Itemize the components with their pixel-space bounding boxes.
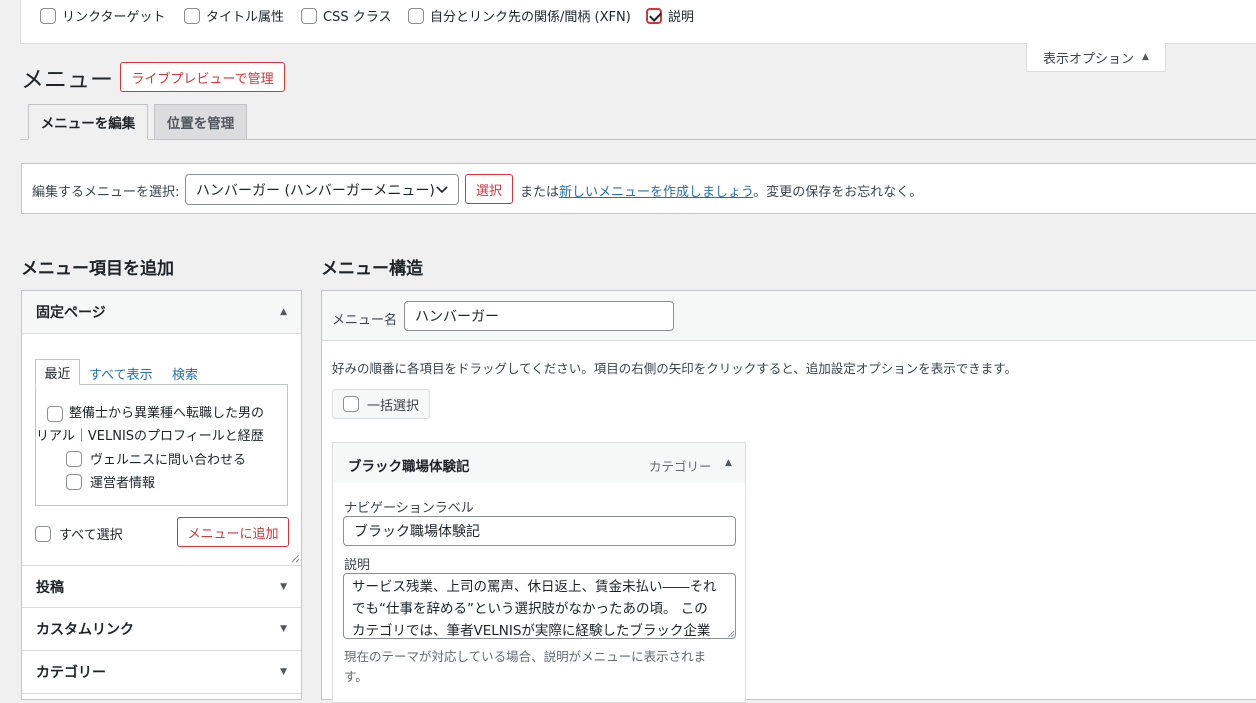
description-caption: 説明 (344, 558, 371, 573)
tab-edit-menus[interactable]: メニューを編集 (28, 104, 148, 140)
menu-name-input[interactable]: ハンバーガー (404, 301, 674, 331)
resize-handle-icon[interactable] (726, 629, 735, 638)
checkbox[interactable] (343, 396, 359, 412)
pages-panel-header[interactable]: 固定ページ ▲ (22, 291, 301, 334)
screen-option-css-classes[interactable]: CSS クラス (301, 6, 391, 25)
page-title: メニュー (21, 67, 113, 93)
add-items-accordion: 固定ページ ▲ 最近 すべて表示 検索 整備士から異業種へ転職した男の リアル｜… (21, 290, 302, 700)
screen-options-panel: リンクターゲット タイトル属性 CSS クラス 自分とリンク先の関係/間柄 (X… (20, 0, 1256, 44)
menu-item-type: カテゴリー (649, 459, 712, 474)
checkbox-checked[interactable] (646, 7, 662, 24)
create-menu-link[interactable]: 新しいメニューを作成しましょう (559, 185, 753, 200)
add-to-menu-button[interactable]: メニューに追加 (177, 517, 289, 547)
add-items-heading: メニュー項目を追加 (21, 259, 174, 279)
checkbox[interactable] (66, 473, 82, 490)
custom-links-panel-header[interactable]: カスタムリンク ▼ (22, 608, 301, 651)
live-preview-button[interactable]: ライブプレビューで管理 (120, 62, 285, 92)
resize-handle-icon[interactable] (290, 553, 300, 563)
checkbox[interactable] (66, 450, 82, 467)
tab-recent[interactable]: 最近 (35, 359, 80, 385)
nav-label-input[interactable]: ブラック職場体験記 (343, 516, 736, 546)
arrow-down-icon: ▼ (280, 624, 287, 634)
arrow-down-icon: ▼ (280, 581, 287, 592)
select-button[interactable]: 選択 (465, 174, 513, 204)
list-item[interactable]: ヴェルニスに問い合わせる (66, 449, 246, 468)
list-item[interactable]: 運営者情報 (66, 472, 155, 491)
nav-label-caption: ナビゲーションラベル (344, 501, 474, 516)
checkbox[interactable] (301, 7, 317, 24)
menu-item-header[interactable]: ブラック職場体験記 カテゴリー ▲ (332, 442, 746, 484)
checkbox[interactable] (35, 525, 51, 542)
description-textarea[interactable]: サービス残業、上司の罵声、休日返上、賃金未払い――それ でも“仕事を辞める”とい… (343, 573, 736, 639)
categories-panel-header[interactable]: カテゴリー ▼ (22, 651, 301, 694)
tab-manage-locations[interactable]: 位置を管理 (154, 104, 247, 140)
checkbox[interactable] (40, 7, 56, 24)
arrow-up-icon: ▲ (1142, 52, 1149, 62)
posts-panel-header[interactable]: 投稿 ▼ (22, 565, 301, 608)
tab-view-all[interactable]: すべて表示 (89, 364, 153, 383)
bulk-select-button[interactable]: 一括選択 (332, 389, 430, 419)
checkbox[interactable] (408, 7, 424, 24)
arrow-up-icon[interactable]: ▲ (725, 458, 732, 468)
screen-options-toggle[interactable]: 表示オプション ▲ (1026, 43, 1166, 72)
chevron-down-icon (436, 185, 448, 193)
screen-option-description[interactable]: 説明 (646, 6, 694, 25)
menu-item-settings: ナビゲーションラベル ブラック職場体験記 説明 サービス残業、上司の罵声、休日返… (332, 483, 746, 703)
menu-name-label: メニュー名 (332, 313, 398, 328)
checkbox[interactable] (184, 7, 200, 24)
list-item[interactable]: 整備士から異業種へ転職した男の リアル｜VELNISのプロフィールと経歴 (36, 402, 283, 448)
menu-structure-heading: メニュー構造 (321, 259, 423, 279)
arrow-down-icon: ▼ (280, 667, 287, 677)
drag-instructions: 好みの順番に各項目をドラッグしてください。項目の右側の矢印をクリックすると、追加… (332, 361, 1018, 376)
arrow-up-icon: ▲ (280, 307, 287, 317)
menu-name-header: メニュー名 ハンバーガー (322, 291, 1256, 341)
menu-item-title: ブラック職場体験記 (348, 459, 470, 475)
menu-structure-panel: メニュー名 ハンバーガー 好みの順番に各項目をドラッグしてください。項目の右側の… (321, 290, 1256, 703)
select-all-checkbox[interactable]: すべて選択 (35, 524, 123, 543)
pages-checklist: 整備士から異業種へ転職した男の リアル｜VELNISのプロフィールと経歴 ヴェル… (35, 384, 288, 506)
menu-select-bar: 編集するメニューを選択: ハンバーガー (ハンバーガーメニュー) 選択 または新… (21, 163, 1256, 214)
description-help: 現在のテーマが対応している場合、説明がメニューに表示されま す。 (344, 649, 707, 684)
checkbox[interactable] (47, 405, 63, 422)
menu-select-dropdown[interactable]: ハンバーガー (ハンバーガーメニュー) (185, 174, 459, 205)
select-prompt: 編集するメニューを選択: (32, 185, 180, 200)
create-menu-text: または新しいメニューを作成しましょう。変更の保存をお忘れなく。 (520, 185, 923, 200)
screen-option-title-attr[interactable]: タイトル属性 (184, 6, 284, 25)
screen-option-link-target[interactable]: リンクターゲット (40, 6, 165, 25)
screen-option-xfn[interactable]: 自分とリンク先の関係/間柄 (XFN) (408, 6, 631, 25)
tab-search[interactable]: 検索 (172, 364, 198, 383)
